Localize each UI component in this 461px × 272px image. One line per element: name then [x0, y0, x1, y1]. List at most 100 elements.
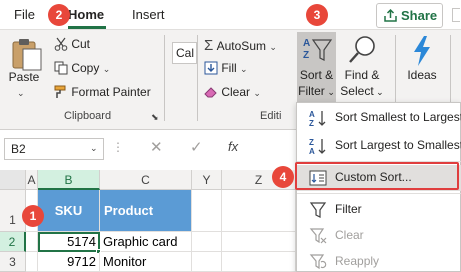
sort-filter-label-line2: Filter: [298, 84, 325, 98]
sort-filter-button[interactable]: A Z Sort & Filter ⌄: [297, 32, 336, 104]
row-header-3[interactable]: 3: [0, 252, 26, 272]
copy-dropdown-icon[interactable]: ⌄: [103, 64, 111, 74]
column-header-a[interactable]: A: [26, 170, 38, 190]
insert-function-icon[interactable]: fx: [228, 139, 238, 154]
cut-label: Cut: [71, 37, 91, 51]
cell-y2[interactable]: [192, 232, 222, 252]
paste-icon: [12, 39, 42, 71]
step-badge-4: 4: [272, 166, 294, 188]
ideas-button[interactable]: Ideas: [403, 32, 441, 104]
copy-label: Copy: [71, 61, 100, 75]
cell-b3[interactable]: 9712: [38, 252, 100, 272]
column-header-c[interactable]: C: [100, 170, 192, 190]
share-icon: [384, 8, 397, 22]
cell-b1[interactable]: SKU: [38, 190, 100, 232]
reapply-icon: [309, 254, 327, 270]
menu-item-label: Sort Largest to Smallest: [335, 138, 461, 152]
format-painter-label: Format Painter: [71, 85, 151, 99]
format-painter-button[interactable]: Format Painter: [54, 85, 151, 99]
cell-b2[interactable]: 5174: [38, 232, 100, 252]
clipboard-launcher-icon[interactable]: ⬊: [151, 112, 159, 123]
sort-ascending-icon: A Z: [309, 110, 326, 127]
sort-filter-label-line1: Sort &: [299, 68, 334, 82]
cell-z2[interactable]: [222, 232, 296, 252]
cell-y1[interactable]: [192, 190, 222, 232]
cut-button[interactable]: Cut: [54, 37, 90, 51]
name-box-dropdown-icon[interactable]: ⌄: [90, 143, 98, 154]
fill-dropdown-icon[interactable]: ⌄: [240, 64, 248, 74]
custom-sort-highlight: [295, 162, 459, 190]
ideas-label: Ideas: [407, 68, 437, 82]
tab-home[interactable]: Home: [68, 0, 104, 26]
filter-icon: [309, 202, 327, 218]
tab-insert[interactable]: Insert: [132, 0, 165, 26]
step-badge-1: 1: [22, 205, 44, 227]
menu-item-label: Clear: [335, 228, 364, 242]
svg-text:A: A: [303, 38, 310, 49]
svg-text:Z: Z: [309, 138, 314, 147]
cell-a3[interactable]: [26, 252, 38, 272]
copy-button[interactable]: Copy ⌄: [54, 61, 110, 75]
column-header-y[interactable]: Y: [192, 170, 222, 190]
fill-down-icon: [204, 61, 218, 75]
share-label: Share: [401, 8, 438, 23]
paste-dropdown-icon[interactable]: ⌄: [17, 88, 25, 99]
column-header-b[interactable]: B: [38, 170, 100, 190]
find-select-label-line1: Find &: [344, 68, 380, 82]
group-separator: [197, 35, 198, 121]
cell-z1[interactable]: [222, 190, 296, 232]
cell-z3[interactable]: [222, 252, 296, 272]
cell-c2[interactable]: Graphic card: [100, 232, 192, 252]
editing-group-label: Editi: [260, 110, 282, 122]
menu-item-sort-descending[interactable]: Z A Sort Largest to Smallest: [297, 133, 461, 159]
autosum-label: AutoSum: [216, 39, 266, 53]
find-select-button[interactable]: Find & Select ⌄: [340, 32, 384, 104]
paste-label: Paste: [8, 70, 40, 84]
menu-item-reapply[interactable]: Reapply: [297, 249, 461, 272]
step-badge-3: 3: [306, 4, 328, 26]
clear-button[interactable]: Clear ⌄: [204, 85, 261, 99]
scissors-icon: [54, 37, 68, 51]
svg-text:Z: Z: [303, 50, 309, 61]
clear-label: Clear: [221, 85, 251, 99]
font-name-box[interactable]: Cal: [172, 42, 197, 64]
select-all-corner[interactable]: [0, 170, 26, 190]
cell-c3[interactable]: Monitor: [100, 252, 192, 272]
sort-filter-label-line2-wrap: Filter ⌄: [297, 84, 336, 99]
share-button[interactable]: Share: [376, 3, 443, 28]
autosum-dropdown-icon[interactable]: ⌄: [269, 42, 277, 52]
ribbon-options-edge: [452, 8, 460, 22]
cell-c1[interactable]: Product: [100, 190, 192, 232]
paintbrush-icon: [54, 85, 66, 98]
svg-text:A: A: [309, 147, 315, 155]
fill-button[interactable]: Fill ⌄: [204, 61, 248, 75]
cell-y3[interactable]: [192, 252, 222, 272]
menu-item-label: Reapply: [335, 254, 380, 268]
find-select-dropdown-icon: ⌄: [373, 87, 384, 97]
name-box[interactable]: B2: [4, 138, 104, 160]
menu-item-clear[interactable]: Clear: [297, 223, 461, 249]
svg-text:Z: Z: [309, 119, 314, 127]
autosum-button[interactable]: Σ AutoSum ⌄: [204, 37, 277, 54]
find-select-label-line2: Select: [340, 84, 374, 98]
enter-formula-icon[interactable]: ✓: [190, 138, 203, 156]
menu-item-label: Filter: [335, 202, 362, 216]
sort-descending-icon: Z A: [309, 138, 326, 155]
tab-file[interactable]: File: [14, 0, 35, 26]
eraser-icon: [204, 87, 217, 98]
row-header-2[interactable]: 2: [0, 232, 26, 252]
menu-item-sort-ascending[interactable]: A Z Sort Smallest to Largest: [297, 105, 461, 131]
lightning-icon: [414, 36, 430, 66]
fill-label: Fill: [221, 61, 237, 75]
menu-item-filter[interactable]: Filter: [297, 197, 461, 223]
cancel-formula-icon[interactable]: ✕: [150, 138, 163, 156]
clear-dropdown-icon[interactable]: ⌄: [253, 88, 261, 98]
step-badge-2: 2: [48, 4, 70, 26]
svg-text:A: A: [309, 110, 315, 119]
sigma-icon: Σ: [204, 37, 214, 54]
magnifier-icon: [349, 36, 375, 63]
menu-divider: [297, 193, 461, 194]
formula-bar-dots: ⋮: [112, 140, 126, 154]
cell-a2[interactable]: [26, 232, 38, 252]
menu-item-label: Sort Smallest to Largest: [335, 110, 461, 124]
